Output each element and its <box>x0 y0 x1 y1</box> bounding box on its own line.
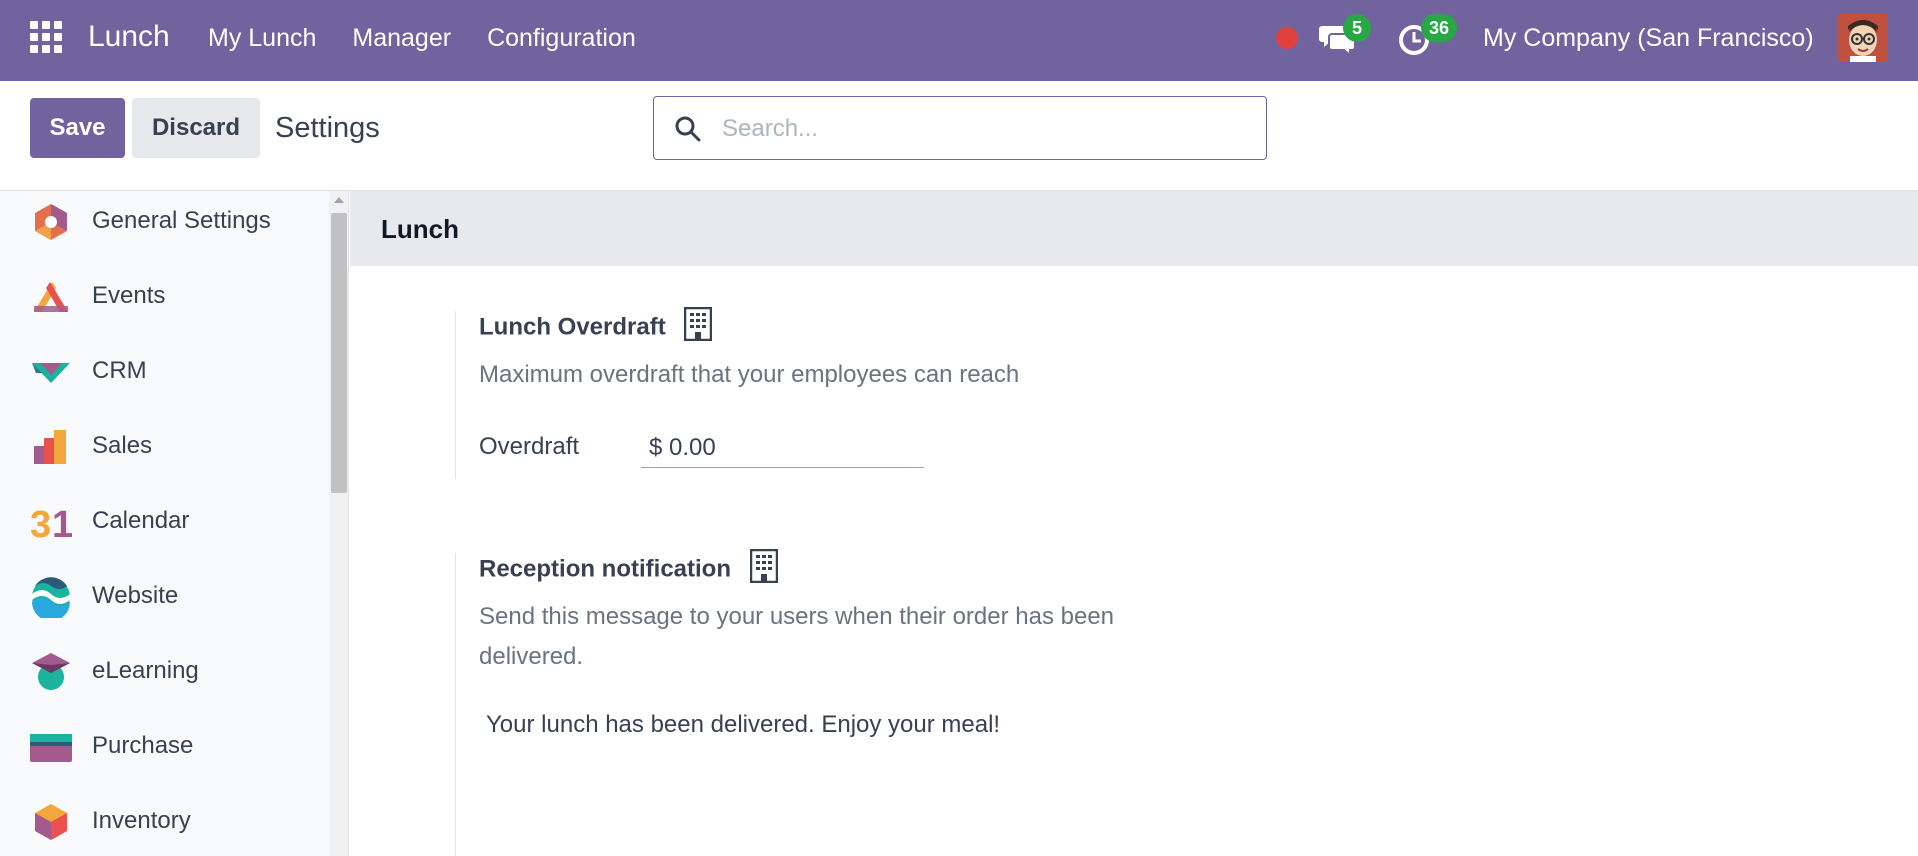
inventory-icon <box>35 804 67 840</box>
search-bar[interactable] <box>653 96 1267 160</box>
company-switcher[interactable]: My Company (San Francisco) <box>1483 24 1814 53</box>
sales-icon <box>34 430 66 464</box>
setting-title-text: Reception notification <box>479 555 731 583</box>
settings-content: Lunch Lunch Overdraft Maximum overdraft … <box>350 191 1918 856</box>
notification-message-editor[interactable]: Your lunch has been delivered. Enjoy you… <box>486 705 1006 745</box>
sidebar-item-label: Purchase <box>92 732 194 759</box>
overdraft-label: Overdraft <box>479 433 580 460</box>
setting-title: Reception notification <box>479 549 778 587</box>
search-input[interactable] <box>722 109 1242 149</box>
calendar-icon: 3 1 <box>30 504 72 543</box>
events-icon <box>34 282 68 312</box>
overdraft-field[interactable]: $ 0.00 <box>641 426 924 468</box>
setting-reception-notification: Reception notification Send this message… <box>455 549 1255 856</box>
setting-title: Lunch Overdraft <box>479 307 713 345</box>
elearning-icon <box>32 653 70 690</box>
company-building-icon <box>684 307 713 341</box>
sidebar-item-label: eLearning <box>92 657 199 684</box>
menu-configuration[interactable]: Configuration <box>487 24 636 53</box>
svg-text:1: 1 <box>52 504 72 543</box>
crm-icon <box>32 363 70 383</box>
app-menu-icon[interactable] <box>30 21 64 55</box>
sidebar-item-elearning[interactable]: eLearning <box>0 641 330 701</box>
top-navbar: Lunch My Lunch Manager Configuration 5 3… <box>0 0 1918 81</box>
sidebar-item-sales[interactable]: Sales <box>0 416 330 476</box>
menu-my-lunch[interactable]: My Lunch <box>208 24 316 53</box>
sidebar-item-events[interactable]: Events <box>0 266 330 326</box>
messages-count-badge: 5 <box>1343 14 1371 42</box>
setting-description: Send this message to your users when the… <box>479 603 1115 670</box>
sidebar-item-website[interactable]: Website <box>0 566 330 626</box>
svg-text:3: 3 <box>30 504 51 543</box>
scroll-up-arrow-icon[interactable] <box>334 197 344 203</box>
sidebar-item-inventory[interactable]: Inventory <box>0 791 330 851</box>
sidebar-item-crm[interactable]: CRM <box>0 341 330 401</box>
company-building-icon <box>749 549 778 583</box>
sidebar-item-label: Calendar <box>92 507 190 534</box>
setting-lunch-overdraft: Lunch Overdraft Maximum overdraft that y… <box>455 307 1255 479</box>
sidebar-item-label: CRM <box>92 357 147 384</box>
activities-count-badge: 36 <box>1421 14 1457 42</box>
search-icon <box>675 116 701 142</box>
general-settings-icon <box>35 204 67 240</box>
record-indicator-icon[interactable] <box>1276 27 1298 49</box>
setting-description: Maximum overdraft that your employees ca… <box>479 361 1020 388</box>
sidebar-item-label: General Settings <box>92 207 271 234</box>
sidebar-item-calendar[interactable]: 3 1 Calendar <box>0 491 330 551</box>
app-brand[interactable]: Lunch <box>88 20 170 54</box>
control-panel: Save Discard Settings <box>0 81 1918 191</box>
discard-button[interactable]: Discard <box>132 98 260 158</box>
main-menu: My Lunch Manager Configuration <box>208 24 672 53</box>
sidebar-item-label: Events <box>92 282 166 309</box>
sidebar-item-label: Inventory <box>92 807 191 834</box>
section-title: Lunch <box>381 214 459 244</box>
save-button[interactable]: Save <box>30 98 125 158</box>
website-icon <box>32 577 70 618</box>
sidebar-scroll-thumb[interactable] <box>331 213 347 493</box>
setting-title-text: Lunch Overdraft <box>479 313 666 341</box>
sidebar-item-general-settings[interactable]: General Settings <box>0 191 330 251</box>
sidebar-item-purchase[interactable]: Purchase <box>0 716 330 776</box>
page-title: Settings <box>275 112 380 144</box>
purchase-icon <box>30 734 72 762</box>
menu-manager[interactable]: Manager <box>352 24 451 53</box>
settings-sidebar: General Settings Events CRM Sales 3 1 Ca… <box>0 191 349 856</box>
sidebar-item-label: Website <box>92 582 179 609</box>
user-avatar[interactable] <box>1838 14 1888 62</box>
sidebar-item-label: Sales <box>92 432 153 459</box>
section-header: Lunch <box>350 191 1918 266</box>
